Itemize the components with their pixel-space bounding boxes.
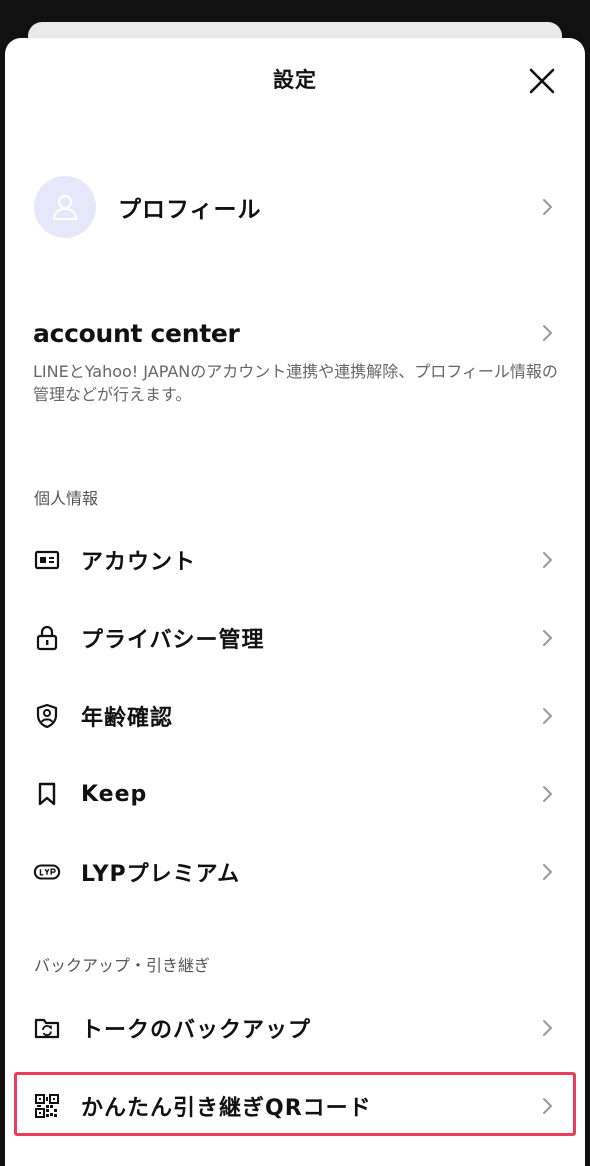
settings-sheet: 設定 プロフィール account center LINEとYahoo! JAP…	[5, 38, 585, 1166]
person-icon	[52, 194, 78, 221]
header: 設定	[5, 38, 585, 122]
account-center-description: LINEとYahoo! JAPANのアカウント連携や連携解除、プロフィール情報の…	[33, 362, 558, 404]
folder-sync-icon	[33, 1014, 61, 1042]
avatar	[34, 176, 96, 238]
chevron-right-icon	[543, 1020, 552, 1036]
bookmark-icon	[33, 780, 61, 808]
chevron-right-icon	[543, 1098, 552, 1114]
settings-item-label: プライバシー管理	[81, 628, 265, 653]
chevron-right-icon	[543, 708, 552, 724]
chevron-right-icon	[543, 199, 552, 215]
lyp-badge-icon	[33, 858, 61, 886]
chevron-right-icon	[543, 630, 552, 646]
chevron-right-icon	[543, 552, 552, 568]
section-title-backup: バックアップ・引き継ぎ	[34, 956, 211, 975]
settings-item-label: トークのバックアップ	[81, 1018, 312, 1043]
qr-code-icon	[33, 1092, 61, 1120]
settings-item-label: アカウント	[81, 550, 197, 575]
account-center-row[interactable]: account center	[5, 306, 585, 360]
section-title-personal: 個人情報	[34, 489, 99, 508]
settings-item-age-verification[interactable]: 年齢確認	[5, 686, 585, 746]
close-icon[interactable]	[525, 64, 559, 98]
chevron-right-icon	[543, 864, 552, 880]
id-card-icon	[33, 546, 61, 574]
settings-item-talk-backup[interactable]: トークのバックアップ	[5, 998, 585, 1058]
settings-item-qr-transfer[interactable]: かんたん引き継ぎQRコード	[5, 1076, 585, 1136]
settings-item-keep[interactable]: Keep	[5, 764, 585, 824]
settings-item-label: LYPプレミアム	[81, 862, 241, 887]
settings-item-account[interactable]: アカウント	[5, 530, 585, 590]
profile-row[interactable]: プロフィール	[5, 170, 585, 244]
lock-icon	[33, 624, 61, 652]
profile-label: プロフィール	[118, 197, 262, 223]
settings-item-label: かんたん引き継ぎQRコード	[81, 1096, 372, 1121]
chevron-right-icon	[543, 325, 552, 341]
settings-item-privacy[interactable]: プライバシー管理	[5, 608, 585, 668]
account-center-logo: account center	[33, 318, 240, 348]
settings-item-lyp-premium[interactable]: LYPプレミアム	[5, 842, 585, 902]
shield-person-icon	[33, 702, 61, 730]
chevron-right-icon	[543, 786, 552, 802]
settings-item-label: 年齢確認	[81, 706, 174, 731]
settings-item-label: Keep	[81, 781, 148, 807]
page-title: 設定	[273, 68, 317, 92]
